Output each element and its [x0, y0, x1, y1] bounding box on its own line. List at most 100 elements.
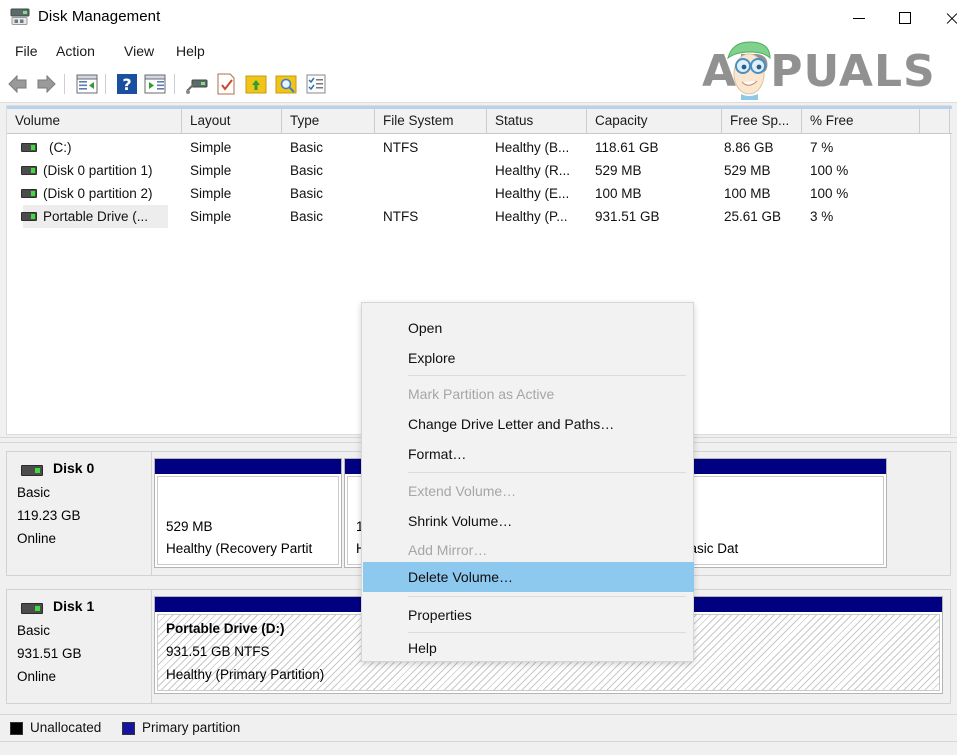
- table-row[interactable]: Portable Drive (... Simple Basic NTFS He…: [7, 205, 950, 228]
- partition-block[interactable]: 529 MB Healthy (Recovery Partit: [154, 458, 342, 568]
- table-row[interactable]: (Disk 0 partition 2) Simple Basic Health…: [7, 182, 950, 205]
- context-menu-item-add-mirror[interactable]: Add Mirror…: [363, 535, 694, 565]
- disk-state: Online: [17, 669, 56, 684]
- toolbar: ?: [0, 66, 957, 103]
- volume-icon: [21, 143, 37, 152]
- table-row[interactable]: (Disk 0 partition 1) Simple Basic Health…: [7, 159, 950, 182]
- cell-free-space: 529 MB: [724, 159, 802, 182]
- minimize-button[interactable]: [836, 0, 882, 36]
- volume-icon: [21, 166, 37, 175]
- column-header-extra[interactable]: [920, 109, 950, 133]
- disk-icon: [21, 465, 43, 476]
- cell-layout: Simple: [190, 182, 280, 205]
- cell-percent-free: 100 %: [810, 159, 920, 182]
- cell-status: Healthy (R...: [495, 159, 590, 182]
- disk-icon: [21, 603, 43, 614]
- toolbar-separator: [174, 74, 175, 94]
- export-list-icon[interactable]: [244, 72, 268, 96]
- cell-file-system: NTFS: [383, 205, 488, 228]
- maximize-button[interactable]: [882, 0, 928, 36]
- column-header-type[interactable]: Type: [282, 109, 375, 133]
- menu-item-action[interactable]: Action: [47, 40, 104, 62]
- disk-type: Basic: [17, 623, 50, 638]
- cell-volume: (Disk 0 partition 2): [43, 182, 183, 205]
- cell-capacity: 529 MB: [595, 159, 723, 182]
- disk-management-window: Disk Management File Action View Help ?: [0, 0, 957, 755]
- cell-status: Healthy (B...: [495, 136, 590, 159]
- toolbar-separator: [64, 74, 65, 94]
- legend-label-primary-partition: Primary partition: [142, 720, 240, 735]
- context-menu-item-shrink-volume[interactable]: Shrink Volume…: [363, 506, 694, 536]
- help-icon[interactable]: ?: [115, 72, 139, 96]
- menu-item-file[interactable]: File: [6, 40, 47, 62]
- menu-bar: File Action View Help: [0, 36, 957, 66]
- title-bar: Disk Management: [0, 0, 957, 36]
- cell-free-space: 25.61 GB: [724, 205, 802, 228]
- context-menu-item-mark-partition-as-active[interactable]: Mark Partition as Active: [363, 379, 694, 409]
- cell-status: Healthy (P...: [495, 205, 590, 228]
- cell-percent-free: 100 %: [810, 182, 920, 205]
- legend-swatch-primary-partition: [122, 722, 135, 735]
- partition-body: 529 MB Healthy (Recovery Partit: [157, 476, 339, 565]
- column-header-percent-free[interactable]: % Free: [802, 109, 920, 133]
- cell-volume: Portable Drive (...: [43, 205, 183, 228]
- disk-type: Basic: [17, 485, 50, 500]
- context-menu-item-explore[interactable]: Explore: [363, 343, 694, 373]
- show-hide-action-pane-icon[interactable]: [143, 72, 167, 96]
- cell-capacity: 100 MB: [595, 182, 723, 205]
- column-header-volume[interactable]: Volume: [7, 109, 182, 133]
- cell-type: Basic: [290, 182, 375, 205]
- partition-title: Portable Drive (D:): [166, 621, 285, 636]
- context-menu-item-extend-volume[interactable]: Extend Volume…: [363, 476, 694, 506]
- disk-size: 931.51 GB: [17, 646, 82, 661]
- context-menu-item-help[interactable]: Help: [363, 633, 694, 663]
- legend-swatch-unallocated: [10, 722, 23, 735]
- column-header-layout[interactable]: Layout: [182, 109, 282, 133]
- find-icon[interactable]: [274, 72, 298, 96]
- context-menu-separator: [408, 596, 686, 597]
- volume-icon: [21, 189, 37, 198]
- disk-info-0[interactable]: Disk 0 Basic 119.23 GB Online: [7, 452, 152, 575]
- back-arrow-icon[interactable]: [6, 72, 30, 96]
- disk-info-1[interactable]: Disk 1 Basic 931.51 GB Online: [7, 590, 152, 703]
- rescan-disks-icon[interactable]: [185, 72, 209, 96]
- task-list-icon[interactable]: [304, 72, 328, 96]
- close-button[interactable]: [928, 0, 957, 36]
- close-icon: [945, 12, 957, 25]
- disk-name: Disk 1: [53, 598, 94, 614]
- column-header-status[interactable]: Status: [487, 109, 587, 133]
- context-menu-item-format[interactable]: Format…: [363, 439, 694, 469]
- window-title: Disk Management: [38, 8, 160, 25]
- maximize-icon: [899, 12, 911, 24]
- cell-status: Healthy (E...: [495, 182, 590, 205]
- column-header-capacity[interactable]: Capacity: [587, 109, 722, 133]
- column-header-file-system[interactable]: File System: [375, 109, 487, 133]
- show-hide-console-tree-icon[interactable]: [75, 72, 99, 96]
- context-menu-item-delete-volume[interactable]: Delete Volume…: [363, 562, 694, 592]
- context-menu: Open Explore Mark Partition as Active Ch…: [361, 302, 694, 662]
- cell-free-space: 100 MB: [724, 182, 802, 205]
- partition-header-bar: [155, 459, 341, 474]
- cell-layout: Simple: [190, 136, 280, 159]
- context-menu-item-open[interactable]: Open: [363, 313, 694, 343]
- minimize-icon: [853, 18, 865, 19]
- cell-file-system: [383, 159, 488, 182]
- cell-layout: Simple: [190, 205, 280, 228]
- cell-file-system: NTFS: [383, 136, 488, 159]
- cell-type: Basic: [290, 136, 375, 159]
- partition-size: 529 MB: [166, 519, 213, 534]
- menu-item-view[interactable]: View: [115, 40, 163, 62]
- properties-icon[interactable]: [214, 72, 238, 96]
- table-row[interactable]: (C:) Simple Basic NTFS Healthy (B... 118…: [7, 136, 950, 159]
- partition-status: Healthy (Recovery Partit: [166, 541, 312, 556]
- context-menu-item-properties[interactable]: Properties: [363, 600, 694, 630]
- disk-drive-icon: [10, 8, 30, 26]
- cell-percent-free: 7 %: [810, 136, 920, 159]
- context-menu-separator: [408, 375, 686, 376]
- cell-type: Basic: [290, 205, 375, 228]
- context-menu-item-change-drive-letter[interactable]: Change Drive Letter and Paths…: [363, 409, 694, 439]
- column-header-free-space[interactable]: Free Sp...: [722, 109, 802, 133]
- menu-item-help[interactable]: Help: [167, 40, 214, 62]
- forward-arrow-icon[interactable]: [34, 72, 58, 96]
- cell-volume: (Disk 0 partition 1): [43, 159, 183, 182]
